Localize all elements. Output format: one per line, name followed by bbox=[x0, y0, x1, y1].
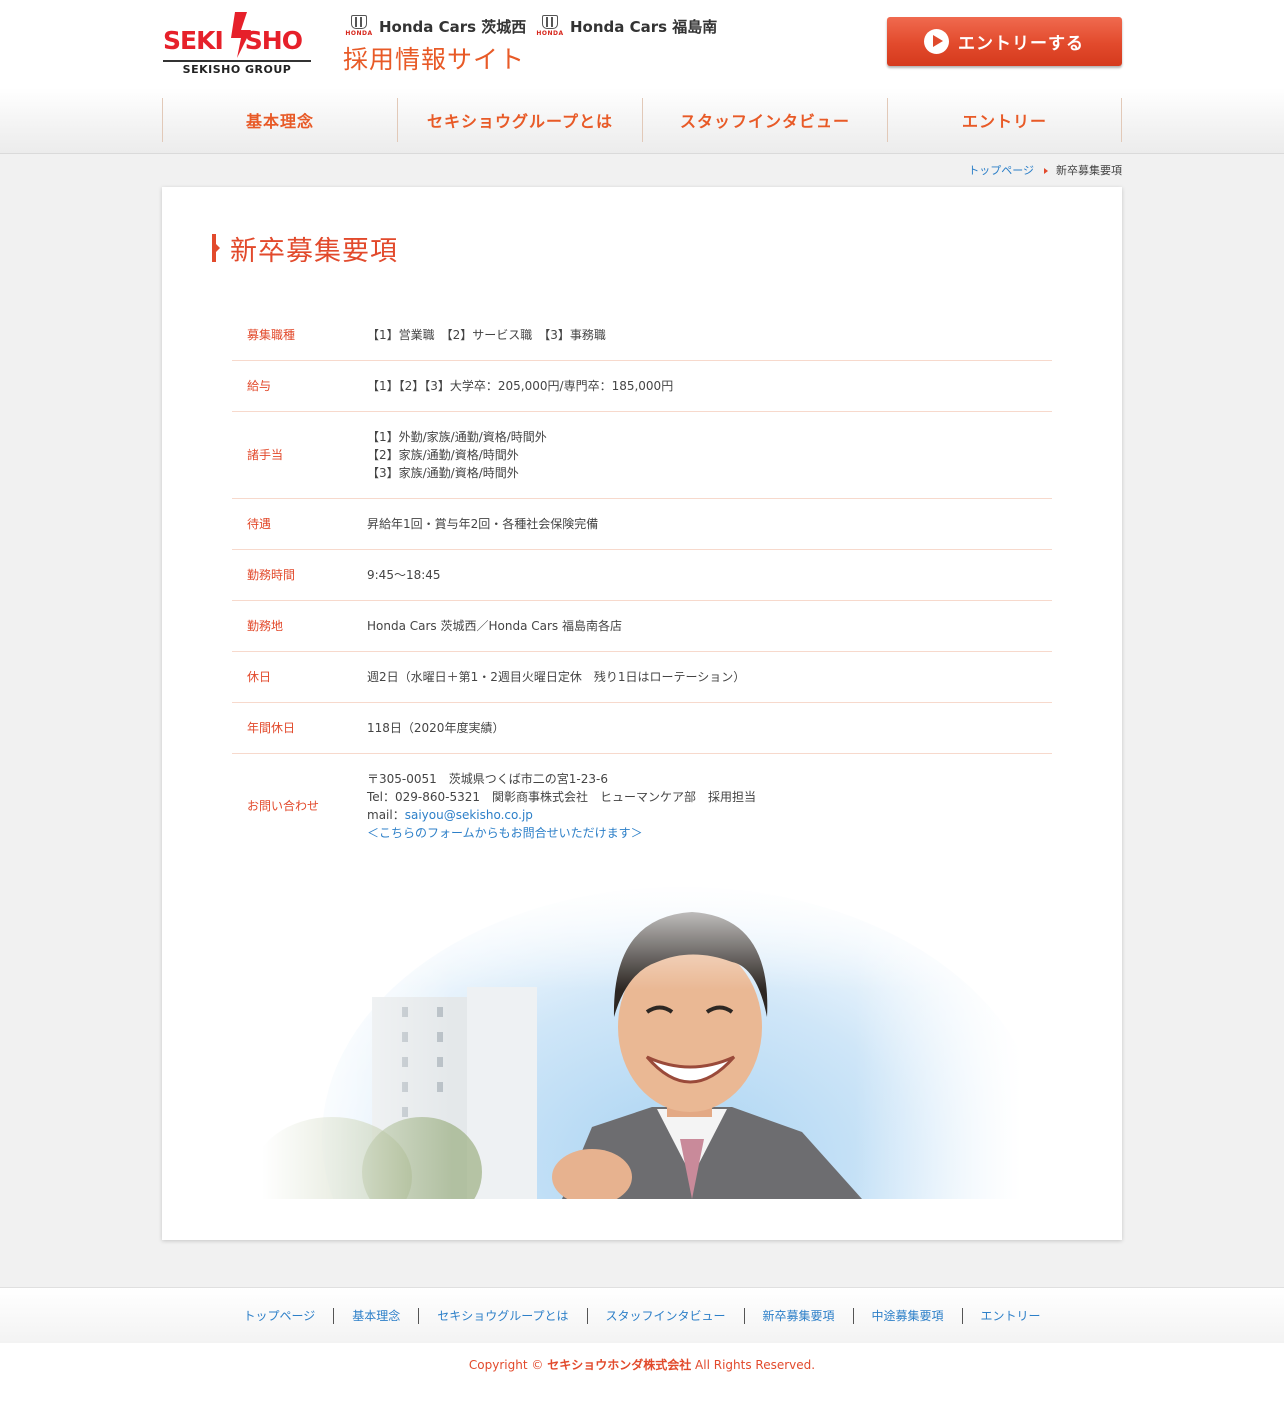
breadcrumb: トップページ 新卒募集要項 bbox=[968, 164, 1122, 178]
page-heading: 新卒募集要項 bbox=[212, 232, 398, 267]
row-value: 9:45～18:45 bbox=[367, 549, 1052, 601]
table-row-contact: お問い合わせ 〒305-0051 茨城県つくば市二の宮1-23-6 Tel：02… bbox=[232, 754, 1052, 859]
breadcrumb-home-link[interactable]: トップページ bbox=[968, 164, 1034, 178]
footer-bottom: Copyright © セキショウホンダ株式会社 All Rights Rese… bbox=[0, 1343, 1284, 1421]
footer-link-new-grad[interactable]: 新卒募集要項 bbox=[743, 1307, 853, 1324]
staff-hero-image bbox=[262, 877, 1022, 1199]
table-row: 休日 週2日（水曜日＋第1・2週目火曜日定休 残り1日はローテーション） bbox=[232, 651, 1052, 703]
row-value: 【1】【2】【3】大学卒：205,000円/専門卒：185,000円 bbox=[367, 360, 1052, 412]
row-value-line: 【2】家族/通勤/資格/時間外 bbox=[367, 448, 519, 462]
brand-name: Honda Cars 福島南 bbox=[570, 17, 718, 36]
site-title: 採用情報サイト bbox=[343, 45, 526, 74]
table-row: 年間休日 118日（2020年度実績） bbox=[232, 702, 1052, 754]
global-nav: 基本理念 セキショウグループとは スタッフインタビュー エントリー bbox=[0, 88, 1284, 154]
honda-logo-icon: HONDA bbox=[343, 15, 375, 37]
row-value-line: 【1】外勤/家族/通勤/資格/時間外 bbox=[367, 430, 547, 444]
footer-link-entry[interactable]: エントリー bbox=[961, 1307, 1059, 1324]
copyright-company: セキショウホンダ株式会社 bbox=[547, 1358, 692, 1372]
row-value-line: 【1】営業職 【2】サービス職 【3】事務職 bbox=[367, 328, 606, 342]
brand-honda-cars-fukushima-minami: HONDA Honda Cars 福島南 bbox=[534, 14, 717, 38]
heading-marker-icon bbox=[212, 234, 220, 262]
contact-email-link[interactable]: saiyou@sekisho.co.jp bbox=[405, 808, 533, 822]
row-label: 待遇 bbox=[232, 498, 367, 550]
lightning-bolt-icon bbox=[231, 12, 251, 58]
row-value-line: 118日（2020年度実績） bbox=[367, 721, 505, 735]
row-value-line: Honda Cars 茨城西／Honda Cars 福島南各店 bbox=[367, 619, 622, 633]
brand-honda-cars-ibaraki-nishi: HONDA Honda Cars 茨城西 bbox=[343, 14, 526, 38]
row-value: 【1】営業職 【2】サービス職 【3】事務職 bbox=[367, 310, 1052, 361]
row-value: 【1】外勤/家族/通勤/資格/時間外 【2】家族/通勤/資格/時間外 【3】家族/通… bbox=[367, 411, 1052, 499]
contact-tel: Tel：029-860-5321 関彰商事株式会社 ヒューマンケア部 採用担当 bbox=[367, 790, 757, 804]
page-title: 新卒募集要項 bbox=[230, 235, 398, 267]
row-value-line: 週2日（水曜日＋第1・2週目火曜日定休 残り1日はローテーション） bbox=[367, 670, 746, 684]
recruitment-table: 募集職種 【1】営業職 【2】サービス職 【3】事務職 給与 【1】【2】【3】大学卒… bbox=[232, 310, 1052, 858]
footer-link-mid-career[interactable]: 中途募集要項 bbox=[852, 1307, 962, 1324]
table-row: 勤務時間 9:45～18:45 bbox=[232, 549, 1052, 601]
row-label: 募集職種 bbox=[232, 310, 367, 361]
row-value-line: 【3】家族/通勤/資格/時間外 bbox=[367, 466, 519, 480]
row-value: 昇給年1回・賞与年2回・各種社会保険完備 bbox=[367, 498, 1052, 550]
breadcrumb-arrow-icon bbox=[1044, 168, 1048, 174]
play-icon bbox=[924, 29, 949, 54]
contact-mail-line: mail：saiyou@sekisho.co.jp bbox=[367, 806, 1052, 824]
table-row: 待遇 昇給年1回・賞与年2回・各種社会保険完備 bbox=[232, 498, 1052, 550]
brand-name: Honda Cars 茨城西 bbox=[379, 17, 527, 36]
logo-subtitle: SEKISHO GROUP bbox=[163, 60, 311, 77]
row-label: 年間休日 bbox=[232, 702, 367, 754]
row-value: 〒305-0051 茨城県つくば市二の宮1-23-6 Tel：029-860-5… bbox=[367, 754, 1052, 859]
entry-button-label: エントリーする bbox=[958, 34, 1084, 54]
honda-logo-icon: HONDA bbox=[534, 15, 566, 37]
logo-left: SEKI bbox=[163, 26, 224, 55]
nav-item-philosophy[interactable]: 基本理念 bbox=[163, 98, 398, 142]
breadcrumb-current: 新卒募集要項 bbox=[1056, 164, 1122, 177]
row-value: 週2日（水曜日＋第1・2週目火曜日定休 残り1日はローテーション） bbox=[367, 651, 1052, 703]
row-label: 給与 bbox=[232, 360, 367, 412]
footer-link-about-group[interactable]: セキショウグループとは bbox=[418, 1307, 586, 1324]
table-row: 募集職種 【1】営業職 【2】サービス職 【3】事務職 bbox=[232, 310, 1052, 361]
row-value-line: 【1】【2】【3】大学卒：205,000円/専門卒：185,000円 bbox=[367, 379, 674, 393]
table-row: 諸手当 【1】外勤/家族/通勤/資格/時間外 【2】家族/通勤/資格/時間外 【3】家… bbox=[232, 411, 1052, 499]
contact-form-link[interactable]: ＜こちらのフォームからもお問合せいただけます＞ bbox=[367, 824, 1052, 842]
table-row: 勤務地 Honda Cars 茨城西／Honda Cars 福島南各店 bbox=[232, 600, 1052, 652]
sekisho-logo[interactable]: SEKI SHO SEKISHO GROUP bbox=[163, 12, 313, 77]
row-label: 諸手当 bbox=[232, 411, 367, 499]
row-label: お問い合わせ bbox=[247, 799, 320, 813]
nav-item-about-group[interactable]: セキショウグループとは bbox=[398, 98, 643, 142]
entry-button[interactable]: エントリーする bbox=[887, 17, 1122, 66]
copyright-suffix: All Rights Reserved. bbox=[695, 1358, 816, 1372]
contact-address: 〒305-0051 茨城県つくば市二の宮1-23-6 bbox=[367, 772, 608, 786]
main-content: 新卒募集要項 募集職種 【1】営業職 【2】サービス職 【3】事務職 給与 【1】【2… bbox=[162, 187, 1122, 1240]
footer-link-philosophy[interactable]: 基本理念 bbox=[333, 1307, 418, 1324]
mail-prefix: mail： bbox=[367, 808, 405, 822]
row-value-line: 9:45～18:45 bbox=[367, 568, 441, 582]
site-header: SEKI SHO SEKISHO GROUP HONDA Honda Cars 茨… bbox=[0, 0, 1284, 88]
footer-link-top[interactable]: トップページ bbox=[225, 1308, 333, 1324]
row-label: 勤務地 bbox=[232, 600, 367, 652]
table-row: 給与 【1】【2】【3】大学卒：205,000円/専門卒：185,000円 bbox=[232, 360, 1052, 412]
row-label: 勤務時間 bbox=[232, 549, 367, 601]
row-value: 118日（2020年度実績） bbox=[367, 702, 1052, 754]
row-label: 休日 bbox=[232, 651, 367, 703]
copyright: Copyright © セキショウホンダ株式会社 All Rights Rese… bbox=[0, 1356, 1284, 1373]
footer-nav: トップページ 基本理念 セキショウグループとは スタッフインタビュー 新卒募集要… bbox=[0, 1287, 1284, 1343]
footer-link-staff-interview[interactable]: スタッフインタビュー bbox=[586, 1307, 744, 1324]
row-value: Honda Cars 茨城西／Honda Cars 福島南各店 bbox=[367, 600, 1052, 652]
row-value-line: 昇給年1回・賞与年2回・各種社会保険完備 bbox=[367, 517, 599, 531]
nav-item-staff-interview[interactable]: スタッフインタビュー bbox=[643, 98, 888, 142]
nav-item-entry[interactable]: エントリー bbox=[888, 98, 1122, 142]
copyright-prefix: Copyright © bbox=[468, 1358, 544, 1372]
